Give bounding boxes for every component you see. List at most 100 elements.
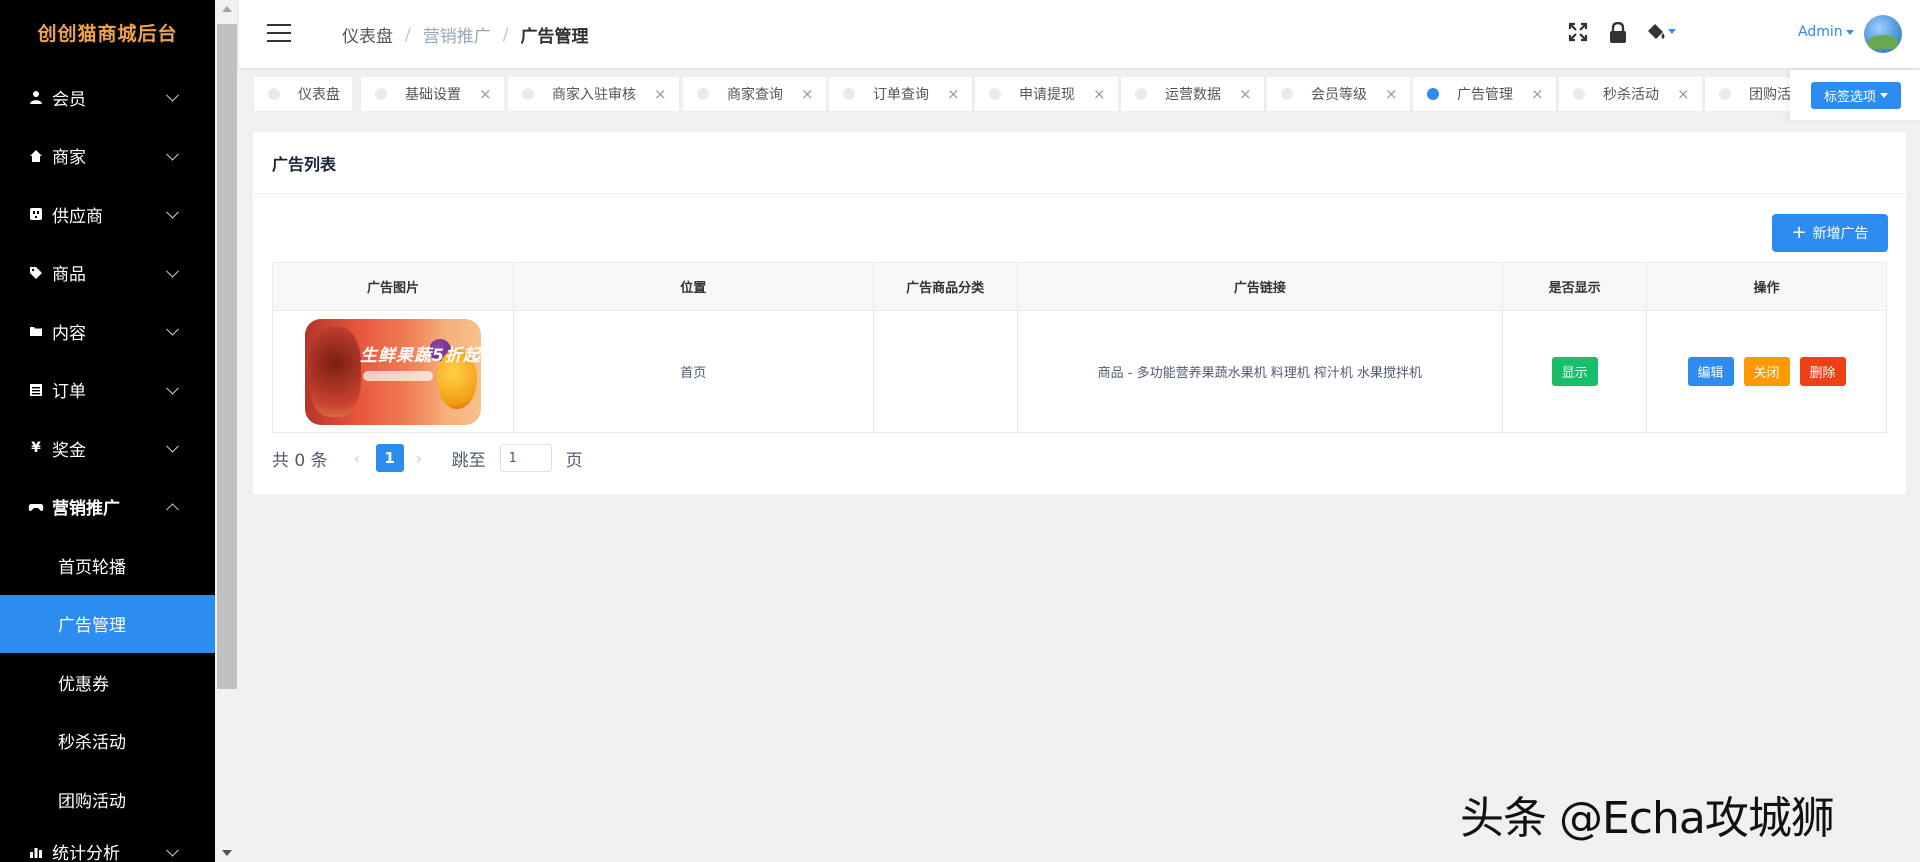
close-icon[interactable]: × bbox=[479, 86, 492, 102]
sidebar-scrollbar[interactable] bbox=[215, 0, 239, 862]
theme-paint-icon[interactable] bbox=[1646, 22, 1680, 44]
tag-dot-icon bbox=[268, 88, 280, 100]
delete-button[interactable]: 删除 bbox=[1799, 357, 1846, 386]
add-ad-label: 新增广告 bbox=[1812, 226, 1869, 242]
ad-image-text: 生鲜果蔬5折起 bbox=[359, 345, 481, 366]
close-icon[interactable]: × bbox=[1385, 86, 1398, 102]
fullscreen-icon[interactable] bbox=[1568, 22, 1590, 44]
menu-toggle-icon[interactable] bbox=[267, 24, 291, 42]
tags-bar: 仪表盘 基础设置 × 商家入驻审核 × 商家查询 × 订单查询 × 申请提现 ×… bbox=[239, 70, 1920, 120]
lock-icon[interactable] bbox=[1608, 21, 1630, 44]
tag-group-buy[interactable]: 团购活 bbox=[1704, 76, 1804, 112]
ad-table: 广告图片 位置 广告商品分类 广告链接 是否显示 操作 生鲜果蔬5折起 首页 商… bbox=[272, 262, 1887, 433]
sidebar-item-label: 供应商 bbox=[52, 206, 103, 227]
chevron-down-icon bbox=[166, 440, 179, 453]
tag-options-label: 标签选项 bbox=[1823, 90, 1876, 105]
tag-merchant-review[interactable]: 商家入驻审核 × bbox=[507, 76, 680, 112]
tag-dot-icon bbox=[375, 88, 387, 100]
tag-merchant-query[interactable]: 商家查询 × bbox=[682, 76, 827, 112]
pagination: 共 0 条 ‹ 1 › 跳至 页 bbox=[272, 444, 583, 472]
tag-member-level[interactable]: 会员等级 × bbox=[1266, 76, 1411, 112]
close-icon[interactable]: × bbox=[654, 86, 667, 102]
card-title: 广告列表 bbox=[253, 132, 1906, 194]
jump-page-input[interactable] bbox=[499, 444, 552, 472]
ad-list-card: 广告列表 + 新增广告 广告图片 位置 广告商品分类 广告链接 是否显示 操作 bbox=[253, 132, 1906, 494]
chevron-down-icon bbox=[166, 89, 179, 102]
link-cell: 商品 - 多功能营养果蔬水果机 料理机 榨汁机 水果搅拌机 bbox=[1016, 310, 1504, 433]
scrollbar-thumb[interactable] bbox=[217, 24, 237, 689]
column-header: 位置 bbox=[512, 262, 874, 311]
user-name: Admin bbox=[1798, 24, 1843, 40]
table-row: 生鲜果蔬5折起 首页 商品 - 多功能营养果蔬水果机 料理机 榨汁机 水果搅拌机… bbox=[272, 310, 1887, 433]
sidebar-item-label: 营销推广 bbox=[52, 499, 120, 520]
gamepad-icon bbox=[28, 499, 44, 515]
column-header: 广告商品分类 bbox=[872, 262, 1018, 311]
close-icon[interactable]: × bbox=[801, 86, 814, 102]
close-icon[interactable]: × bbox=[947, 86, 960, 102]
column-header: 广告图片 bbox=[272, 262, 514, 311]
tag-dot-icon bbox=[1573, 88, 1585, 100]
chevron-down-icon bbox=[166, 206, 179, 219]
chevron-down-icon bbox=[166, 381, 179, 395]
tag-ad-management[interactable]: 广告管理 × bbox=[1412, 76, 1557, 112]
tag-label: 商家入驻审核 bbox=[552, 87, 636, 103]
sidebar-item-marketing[interactable]: 营销推广 bbox=[0, 478, 215, 537]
chevron-down-icon bbox=[166, 323, 179, 336]
close-icon[interactable]: × bbox=[1239, 86, 1252, 102]
sidebar-subitem-ad-management[interactable]: 广告管理 bbox=[0, 594, 215, 653]
user-icon bbox=[28, 89, 44, 105]
sidebar-item-bonus[interactable]: ¥ 奖金 bbox=[0, 419, 215, 478]
user-menu[interactable]: Admin bbox=[1798, 24, 1854, 40]
column-header: 是否显示 bbox=[1502, 262, 1648, 311]
sidebar-subitem-coupons[interactable]: 优惠券 bbox=[0, 653, 215, 712]
chevron-left-icon[interactable]: ‹ bbox=[354, 449, 364, 468]
add-ad-button[interactable]: + 新增广告 bbox=[1772, 214, 1888, 252]
sidebar-item-content[interactable]: 内容 bbox=[0, 302, 215, 361]
sidebar-item-suppliers[interactable]: 供应商 bbox=[0, 185, 215, 244]
tag-dashboard[interactable]: 仪表盘 bbox=[253, 76, 353, 112]
chevron-right-icon[interactable]: › bbox=[416, 449, 426, 468]
tag-dot-icon bbox=[697, 88, 709, 100]
breadcrumb-item-dashboard[interactable]: 仪表盘 bbox=[342, 22, 393, 47]
sidebar-item-products[interactable]: 商品 bbox=[0, 244, 215, 303]
breadcrumb: 仪表盘 / 营销推广 / 广告管理 bbox=[342, 22, 588, 48]
close-icon[interactable]: × bbox=[1677, 86, 1690, 102]
actions-cell: 编辑 关闭 删除 bbox=[1646, 310, 1887, 433]
display-toggle-button[interactable]: 显示 bbox=[1551, 357, 1598, 386]
tag-operations-data[interactable]: 运营数据 × bbox=[1120, 76, 1265, 112]
close-icon[interactable]: × bbox=[1531, 86, 1544, 102]
chart-icon bbox=[28, 844, 44, 860]
chevron-down-icon bbox=[166, 264, 179, 278]
sidebar-item-orders[interactable]: 订单 bbox=[0, 361, 215, 420]
tag-flash-sale[interactable]: 秒杀活动 × bbox=[1558, 76, 1703, 112]
sidebar-item-merchants[interactable]: 商家 bbox=[0, 127, 215, 186]
close-button[interactable]: 关闭 bbox=[1743, 357, 1790, 386]
scroll-up-icon[interactable] bbox=[222, 6, 232, 12]
scroll-down-icon[interactable] bbox=[222, 850, 232, 856]
tag-withdrawal[interactable]: 申请提现 × bbox=[974, 76, 1119, 112]
tag-options-button[interactable]: 标签选项 bbox=[1811, 82, 1901, 109]
avatar[interactable] bbox=[1864, 15, 1902, 53]
tag-options: 标签选项 bbox=[1790, 70, 1920, 120]
tag-label: 会员等级 bbox=[1311, 87, 1367, 103]
sidebar-subitem-flash-sale[interactable]: 秒杀活动 bbox=[0, 712, 215, 771]
breadcrumb-item-marketing: 营销推广 bbox=[422, 27, 491, 47]
caret-down-icon bbox=[1845, 29, 1854, 35]
tag-icon bbox=[28, 265, 44, 281]
edit-button[interactable]: 编辑 bbox=[1687, 357, 1734, 386]
sidebar-item-statistics[interactable]: 统计分析 bbox=[0, 823, 215, 862]
sidebar-item-label: 统计分析 bbox=[52, 844, 120, 862]
page-button[interactable]: 1 bbox=[375, 444, 404, 472]
sidebar-subitem-group-buy[interactable]: 团购活动 bbox=[0, 770, 215, 829]
sidebar-item-members[interactable]: 会员 bbox=[0, 68, 215, 127]
close-icon[interactable]: × bbox=[1093, 86, 1106, 102]
tag-basic-settings[interactable]: 基础设置 × bbox=[360, 76, 505, 112]
tag-dot-icon bbox=[989, 88, 1001, 100]
tag-order-query[interactable]: 订单查询 × bbox=[828, 76, 973, 112]
tag-label: 仪表盘 bbox=[298, 87, 340, 103]
table-header-row: 广告图片 位置 广告商品分类 广告链接 是否显示 操作 bbox=[272, 262, 1887, 311]
tag-dot-icon bbox=[1427, 88, 1439, 100]
tag-dot-icon bbox=[522, 88, 534, 100]
tag-label: 基础设置 bbox=[405, 87, 461, 103]
sidebar-subitem-home-carousel[interactable]: 首页轮播 bbox=[0, 536, 215, 595]
